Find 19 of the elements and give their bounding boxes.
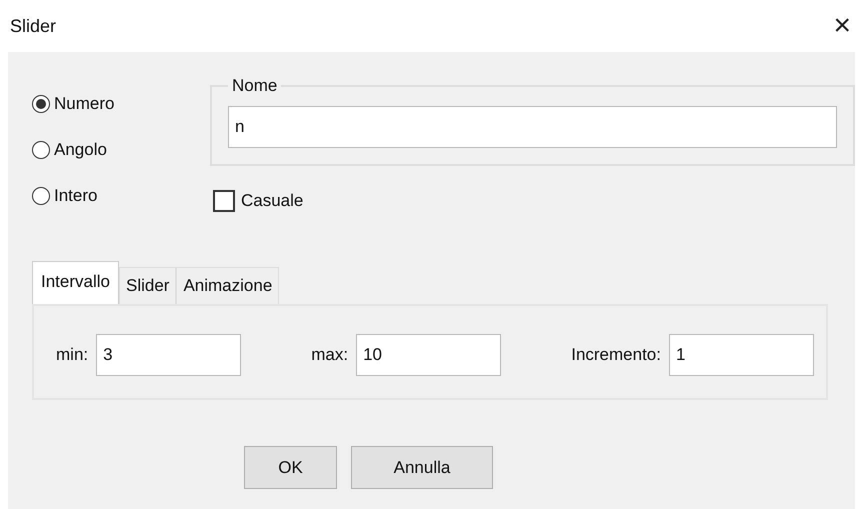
input-field[interactable]: 1 [668, 334, 814, 376]
tab[interactable]: Animazione [176, 267, 280, 304]
radio-option[interactable]: Angolo [32, 138, 107, 162]
checkbox-option[interactable]: Casuale [213, 190, 304, 212]
group-legend: Nome [228, 76, 282, 96]
radio-option[interactable]: Numero [32, 92, 114, 116]
field-label: max: [311, 345, 348, 365]
field-label: Incremento: [571, 345, 661, 365]
input-field[interactable]: 3 [96, 334, 242, 376]
field-label: min: [56, 345, 88, 365]
close-button[interactable]: × [833, 11, 851, 41]
name-input-field[interactable]: n [228, 106, 837, 148]
dialog-button[interactable]: Annulla [351, 446, 493, 489]
tab[interactable]: Intervallo [32, 261, 119, 304]
tab[interactable]: Slider [118, 267, 176, 304]
input-field[interactable]: 10 [356, 334, 502, 376]
dialog-button[interactable]: OK [244, 446, 337, 489]
window-title: Slider [10, 16, 56, 36]
radio-option[interactable]: Intero [32, 184, 98, 208]
